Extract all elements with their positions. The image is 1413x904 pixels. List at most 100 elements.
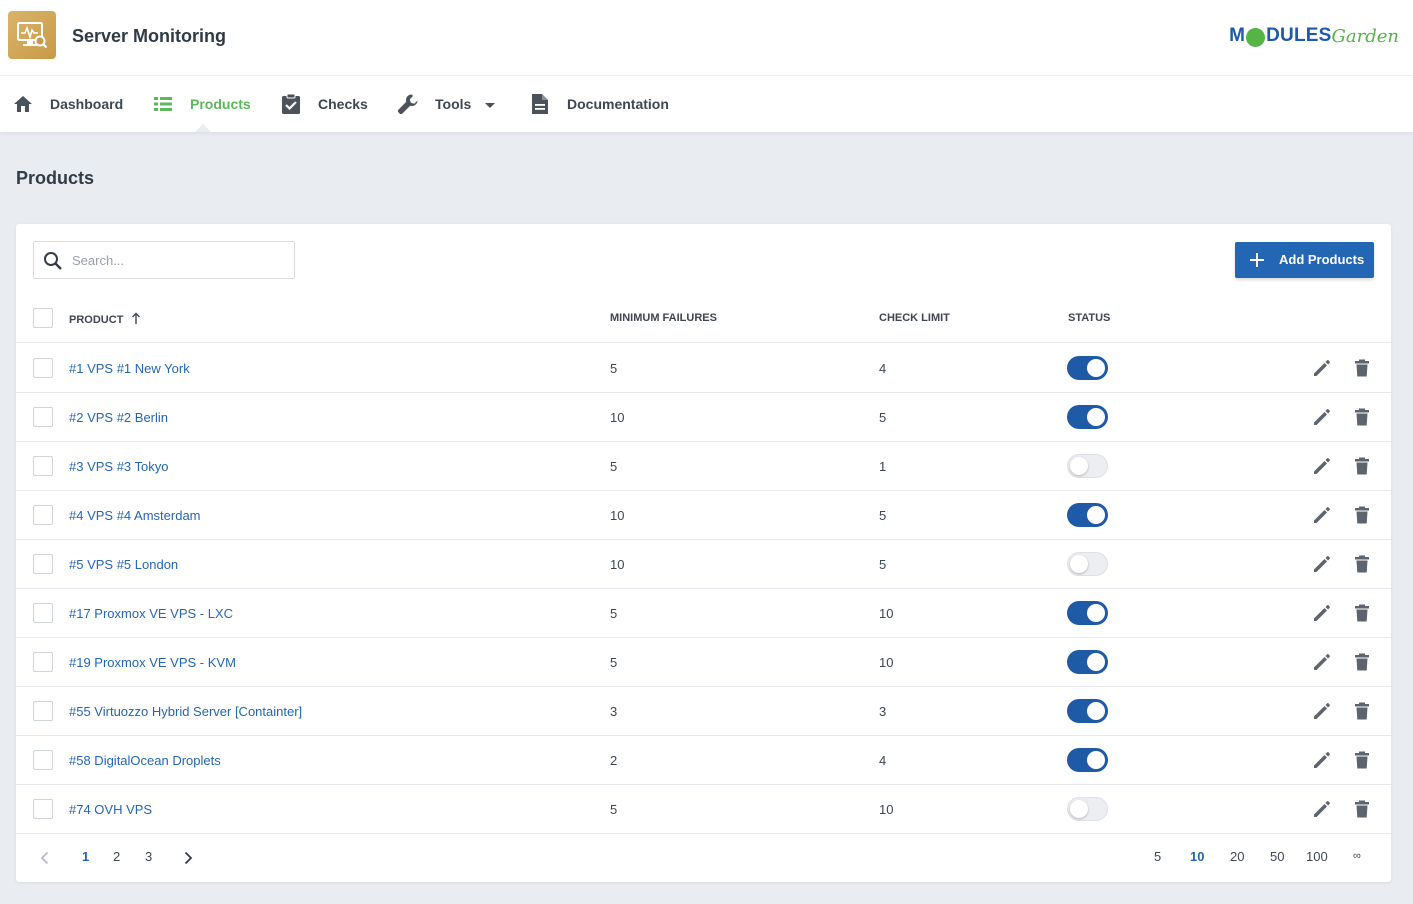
trash-icon[interactable]	[1352, 358, 1372, 378]
toggle-knob	[1087, 359, 1105, 377]
product-link[interactable]: #58 DigitalOcean Droplets	[69, 753, 221, 768]
page-size-all[interactable]: ∞	[1353, 850, 1361, 862]
table-row: #3 VPS #3 Tokyo 5 1	[16, 442, 1391, 491]
trash-icon[interactable]	[1352, 456, 1372, 476]
toggle-knob	[1070, 555, 1088, 573]
plus-icon	[1250, 253, 1264, 267]
status-toggle[interactable]	[1067, 797, 1108, 821]
check-limit-value: 4	[879, 753, 887, 768]
check-limit-value: 5	[879, 508, 887, 523]
search-input[interactable]	[72, 250, 282, 270]
product-link[interactable]: #1 VPS #1 New York	[69, 361, 190, 376]
page-2[interactable]: 2	[113, 849, 120, 864]
min-failures-value: 10	[610, 410, 625, 425]
edit-pencil-icon[interactable]	[1312, 701, 1332, 721]
row-checkbox[interactable]	[33, 750, 53, 770]
page-1[interactable]: 1	[82, 849, 89, 864]
app-logo	[8, 11, 56, 59]
globe-icon	[1246, 27, 1266, 47]
edit-pencil-icon[interactable]	[1312, 750, 1332, 770]
toggle-knob	[1070, 457, 1088, 475]
row-checkbox[interactable]	[33, 799, 53, 819]
trash-icon[interactable]	[1352, 407, 1372, 427]
column-header-status[interactable]: Status	[1068, 312, 1110, 324]
chevron-down-icon	[485, 96, 496, 112]
product-link[interactable]: #55 Virtuozzo Hybrid Server [Containter]	[69, 704, 302, 719]
chevron-left-icon[interactable]	[40, 851, 49, 865]
trash-icon[interactable]	[1352, 701, 1372, 721]
nav-dashboard[interactable]: Dashboard	[12, 76, 123, 132]
status-toggle[interactable]	[1067, 650, 1108, 674]
status-toggle[interactable]	[1067, 356, 1108, 380]
edit-pencil-icon[interactable]	[1312, 799, 1332, 819]
min-failures-value: 5	[610, 655, 618, 670]
row-checkbox[interactable]	[33, 554, 53, 574]
chevron-right-icon[interactable]	[184, 851, 193, 865]
column-header-product[interactable]: Product	[69, 312, 141, 326]
column-header-check-limit[interactable]: Check Limit	[879, 312, 950, 324]
row-checkbox[interactable]	[33, 358, 53, 378]
trash-icon[interactable]	[1352, 652, 1372, 672]
search-icon	[44, 252, 62, 270]
edit-pencil-icon[interactable]	[1312, 407, 1332, 427]
product-link[interactable]: #4 VPS #4 Amsterdam	[69, 508, 201, 523]
trash-icon[interactable]	[1352, 799, 1372, 819]
edit-pencil-icon[interactable]	[1312, 603, 1332, 623]
product-link[interactable]: #19 Proxmox VE VPS - KVM	[69, 655, 236, 670]
wrench-icon	[397, 93, 419, 115]
edit-pencil-icon[interactable]	[1312, 652, 1332, 672]
check-limit-value: 10	[879, 655, 894, 670]
row-checkbox[interactable]	[33, 505, 53, 525]
page-3[interactable]: 3	[145, 849, 152, 864]
select-all-checkbox[interactable]	[33, 308, 53, 328]
product-link[interactable]: #5 VPS #5 London	[69, 557, 178, 572]
page-title: Products	[16, 168, 95, 188]
status-toggle[interactable]	[1067, 601, 1108, 625]
trash-icon[interactable]	[1352, 750, 1372, 770]
page-size-50[interactable]: 50	[1270, 849, 1284, 864]
product-link[interactable]: #2 VPS #2 Berlin	[69, 410, 168, 425]
page-size-20[interactable]: 20	[1230, 849, 1244, 864]
row-checkbox[interactable]	[33, 652, 53, 672]
min-failures-value: 5	[610, 606, 618, 621]
toggle-knob	[1087, 702, 1105, 720]
trash-icon[interactable]	[1352, 505, 1372, 525]
row-checkbox[interactable]	[33, 407, 53, 427]
row-checkbox[interactable]	[33, 603, 53, 623]
page-size-5[interactable]: 5	[1154, 849, 1161, 864]
nav-checks[interactable]: Checks	[280, 76, 368, 132]
table-row: #74 OVH VPS 5 10	[16, 785, 1391, 834]
product-link[interactable]: #74 OVH VPS	[69, 802, 152, 817]
top-header: Server Monitoring M DULES Garden	[0, 0, 1413, 76]
edit-pencil-icon[interactable]	[1312, 456, 1332, 476]
document-icon	[529, 93, 551, 115]
table-row: #55 Virtuozzo Hybrid Server [Containter]…	[16, 687, 1391, 736]
status-toggle[interactable]	[1067, 405, 1108, 429]
status-toggle[interactable]	[1067, 503, 1108, 527]
status-toggle[interactable]	[1067, 699, 1108, 723]
status-toggle[interactable]	[1067, 748, 1108, 772]
trash-icon[interactable]	[1352, 603, 1372, 623]
row-checkbox[interactable]	[33, 456, 53, 476]
app-title: Server Monitoring	[72, 26, 227, 46]
pagination: 1 2 3 5 10 20 50 100 ∞	[16, 833, 1391, 882]
add-products-button[interactable]: Add Products	[1235, 242, 1374, 278]
column-header-min-failures[interactable]: Minimum Failures	[610, 312, 717, 324]
product-link[interactable]: #17 Proxmox VE VPS - LXC	[69, 606, 233, 621]
toggle-knob	[1070, 800, 1088, 818]
toggle-knob	[1087, 506, 1105, 524]
nav-documentation[interactable]: Documentation	[529, 76, 669, 132]
row-checkbox[interactable]	[33, 701, 53, 721]
edit-pencil-icon[interactable]	[1312, 358, 1332, 378]
product-link[interactable]: #3 VPS #3 Tokyo	[69, 459, 169, 474]
status-toggle[interactable]	[1067, 454, 1108, 478]
trash-icon[interactable]	[1352, 554, 1372, 574]
column-product-label: Product	[69, 314, 124, 326]
page-size-10[interactable]: 10	[1190, 849, 1204, 864]
status-toggle[interactable]	[1067, 552, 1108, 576]
edit-pencil-icon[interactable]	[1312, 505, 1332, 525]
check-limit-value: 5	[879, 557, 887, 572]
page-size-100[interactable]: 100	[1306, 849, 1328, 864]
edit-pencil-icon[interactable]	[1312, 554, 1332, 574]
nav-tools[interactable]: Tools	[397, 76, 496, 132]
